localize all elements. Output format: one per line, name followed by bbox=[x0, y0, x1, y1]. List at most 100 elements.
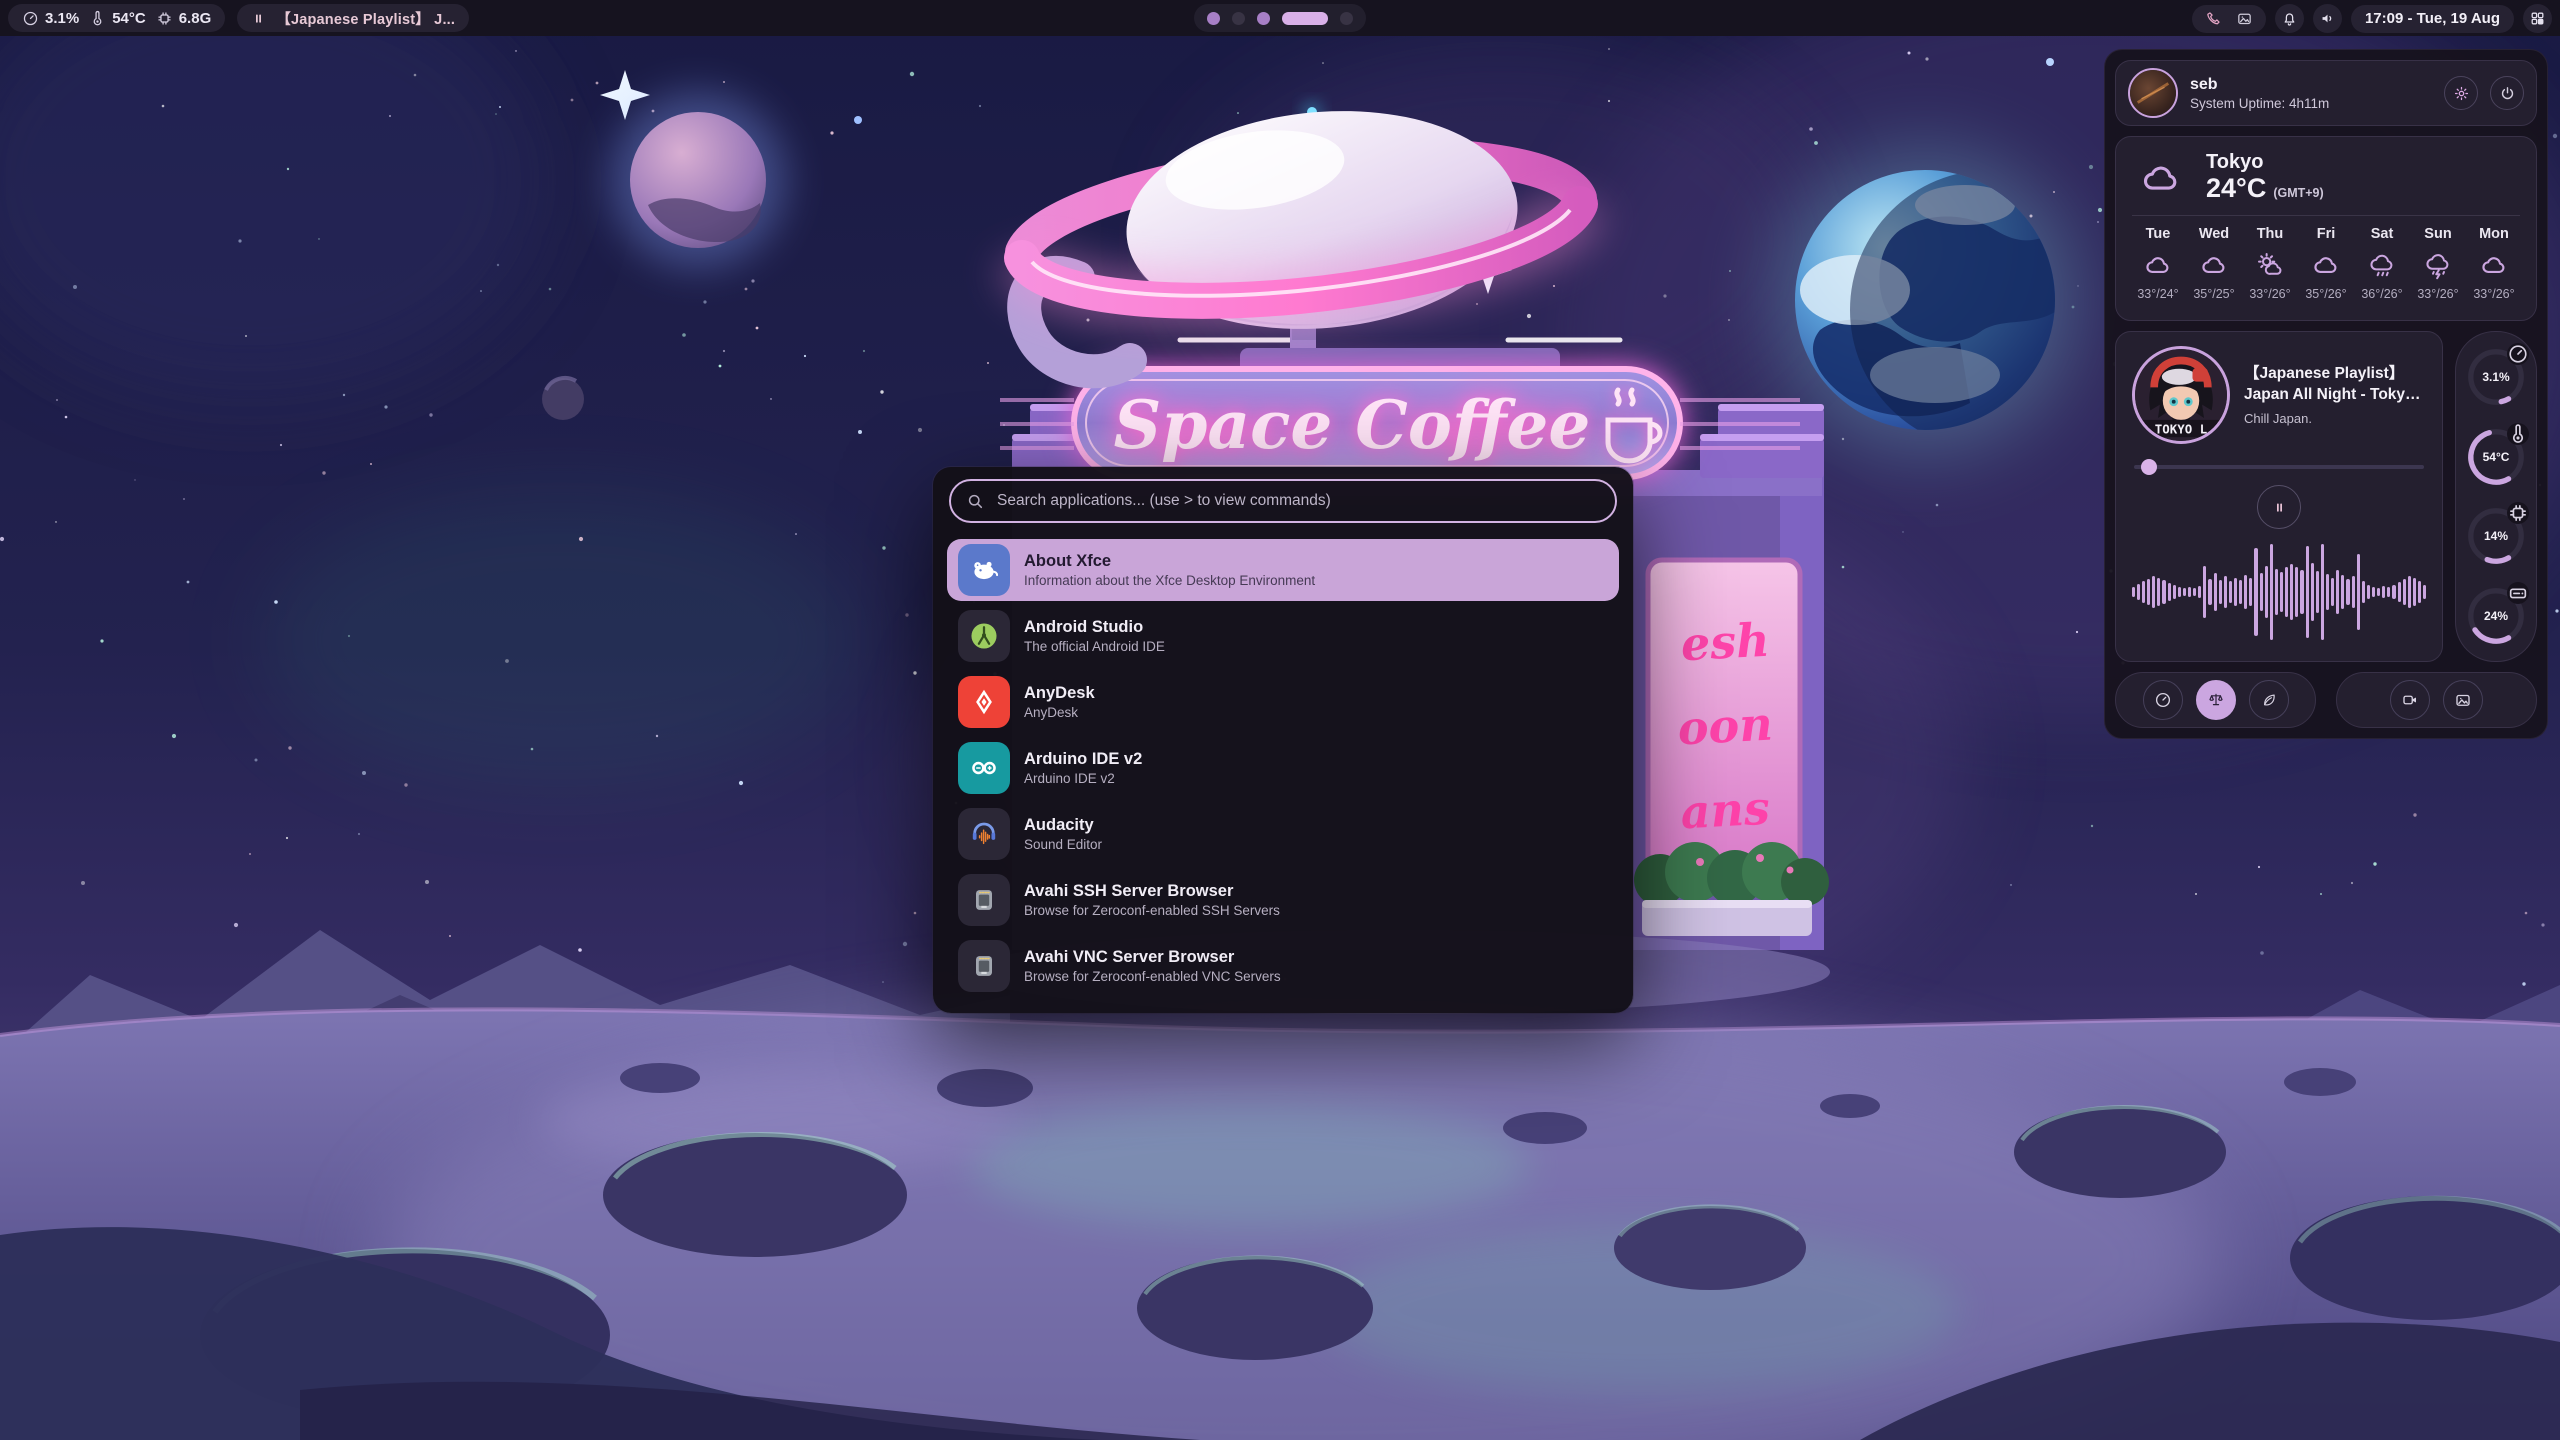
list-item[interactable]: About Xfce Information about the Xfce De… bbox=[947, 539, 1619, 601]
video-button[interactable] bbox=[2390, 680, 2430, 720]
viz-bar bbox=[2208, 579, 2211, 606]
weather-temp: 24°C bbox=[2206, 173, 2266, 204]
viz-bar bbox=[2382, 586, 2385, 598]
forecast-temps: 33°/26° bbox=[2249, 287, 2290, 301]
workspace-dot-1[interactable] bbox=[1207, 12, 1220, 25]
gauge-button[interactable] bbox=[2143, 680, 2183, 720]
viz-bar bbox=[2224, 576, 2227, 609]
list-item[interactable]: Audacity Sound Editor bbox=[947, 803, 1619, 865]
viz-bar bbox=[2147, 579, 2150, 606]
cloud-icon bbox=[2143, 250, 2173, 280]
photo-button[interactable] bbox=[2443, 680, 2483, 720]
overview-button[interactable] bbox=[2523, 4, 2552, 33]
viz-bar bbox=[2188, 587, 2191, 597]
album-art[interactable]: TOKYO L bbox=[2132, 346, 2230, 444]
list-item[interactable]: Arduino IDE v2 Arduino IDE v2 bbox=[947, 737, 1619, 799]
app-description: AnyDesk bbox=[1024, 705, 1095, 720]
viz-bar bbox=[2260, 573, 2263, 611]
pause-button[interactable] bbox=[2257, 485, 2301, 529]
forecast-day-label: Thu bbox=[2257, 226, 2284, 242]
workspace-switcher[interactable] bbox=[1194, 4, 1366, 32]
xfce-icon bbox=[958, 544, 1010, 596]
list-item[interactable]: Android Studio The official Android IDE bbox=[947, 605, 1619, 667]
forecast-temps: 33°/24° bbox=[2137, 287, 2178, 301]
list-item[interactable]: Avahi VNC Server Browser Browse for Zero… bbox=[947, 935, 1619, 997]
chip-icon bbox=[156, 10, 173, 27]
network-icon bbox=[958, 940, 1010, 992]
forecast-temps: 33°/26° bbox=[2417, 287, 2458, 301]
weather-timezone: (GMT+9) bbox=[2273, 186, 2323, 200]
forecast-day: Sun 33°/26° bbox=[2412, 226, 2464, 301]
viz-bar bbox=[2362, 581, 2365, 602]
viz-bar bbox=[2285, 567, 2288, 617]
power-button[interactable] bbox=[2490, 76, 2524, 110]
clock[interactable]: 17:09 - Tue, 19 Aug bbox=[2351, 5, 2514, 33]
viz-bar bbox=[2306, 546, 2309, 637]
system-tray[interactable] bbox=[2192, 5, 2266, 33]
forecast-day: Fri 35°/26° bbox=[2300, 226, 2352, 301]
app-name: AnyDesk bbox=[1024, 684, 1095, 703]
viz-bar bbox=[2173, 585, 2176, 598]
viz-bar bbox=[2239, 580, 2242, 605]
search-input[interactable] bbox=[995, 491, 1600, 511]
stat-value: 3.1% bbox=[45, 10, 79, 27]
settings-button[interactable] bbox=[2444, 76, 2478, 110]
user-name: seb bbox=[2190, 76, 2329, 94]
sun-cloud-icon bbox=[2255, 250, 2285, 280]
gauge-icon bbox=[2154, 691, 2172, 709]
leaf-button[interactable] bbox=[2249, 680, 2289, 720]
list-item[interactable]: Avahi SSH Server Browser Browse for Zero… bbox=[947, 869, 1619, 931]
viz-bar bbox=[2311, 563, 2314, 621]
search-bar[interactable] bbox=[949, 479, 1617, 523]
workspace-dot-5[interactable] bbox=[1340, 12, 1353, 25]
app-name: Avahi VNC Server Browser bbox=[1024, 948, 1281, 967]
scales-button[interactable] bbox=[2196, 680, 2236, 720]
viz-bar bbox=[2326, 574, 2329, 610]
audio-visualizer bbox=[2132, 533, 2426, 651]
workspace-dot-4[interactable] bbox=[1282, 12, 1328, 25]
seek-bar[interactable] bbox=[2132, 459, 2426, 475]
viz-bar bbox=[2183, 588, 2186, 596]
svg-text:oon: oon bbox=[1676, 697, 1774, 756]
notifications-button[interactable] bbox=[2275, 4, 2304, 33]
gauge-icon bbox=[22, 10, 39, 27]
app-name: Avahi SSH Server Browser bbox=[1024, 882, 1280, 901]
viz-bar bbox=[2408, 576, 2411, 609]
stat-2: 6.8G bbox=[156, 10, 212, 27]
chip-icon bbox=[2507, 502, 2529, 524]
app-name: Arduino IDE v2 bbox=[1024, 750, 1142, 769]
network-icon bbox=[958, 874, 1010, 926]
workspace-dot-2[interactable] bbox=[1232, 12, 1245, 25]
viz-bar bbox=[2193, 588, 2196, 596]
storm-icon bbox=[2423, 250, 2453, 280]
stat-value: 6.8G bbox=[179, 10, 212, 27]
system-uptime: System Uptime: 4h11m bbox=[2190, 96, 2329, 111]
list-item[interactable]: AnyDesk AnyDesk bbox=[947, 671, 1619, 733]
media-status-pill[interactable]: 【Japanese Playlist】 J... bbox=[237, 4, 469, 32]
viz-bar bbox=[2403, 579, 2406, 606]
phone-icon[interactable] bbox=[2205, 10, 2222, 27]
forecast-temps: 35°/25° bbox=[2193, 287, 2234, 301]
forecast-temps: 35°/26° bbox=[2305, 287, 2346, 301]
viz-bar bbox=[2372, 587, 2375, 597]
audacity-icon bbox=[958, 808, 1010, 860]
viz-bar bbox=[2162, 580, 2165, 603]
viz-bar bbox=[2357, 554, 2360, 631]
viz-bar bbox=[2219, 580, 2222, 605]
app-description: Browse for Zeroconf-enabled VNC Servers bbox=[1024, 969, 1281, 984]
media-status-label: 【Japanese Playlist】 J... bbox=[276, 8, 455, 29]
photo-icon[interactable] bbox=[2236, 10, 2253, 27]
forecast-day-label: Fri bbox=[2317, 226, 2336, 242]
viz-bar bbox=[2203, 566, 2206, 619]
forecast-day: Tue 33°/24° bbox=[2132, 226, 2184, 301]
quick-settings-left bbox=[2115, 672, 2316, 728]
track-subtitle: Chill Japan. bbox=[2244, 411, 2426, 426]
seek-knob[interactable] bbox=[2141, 459, 2157, 475]
volume-button[interactable] bbox=[2313, 4, 2342, 33]
stat-1: 54°C bbox=[89, 10, 146, 27]
workspace-dot-3[interactable] bbox=[1257, 12, 1270, 25]
viz-bar bbox=[2336, 570, 2339, 614]
viz-bar bbox=[2152, 576, 2155, 609]
system-stats-pill[interactable]: 3.1% 54°C 6.8G bbox=[8, 4, 225, 32]
cloud-icon bbox=[2479, 250, 2509, 280]
